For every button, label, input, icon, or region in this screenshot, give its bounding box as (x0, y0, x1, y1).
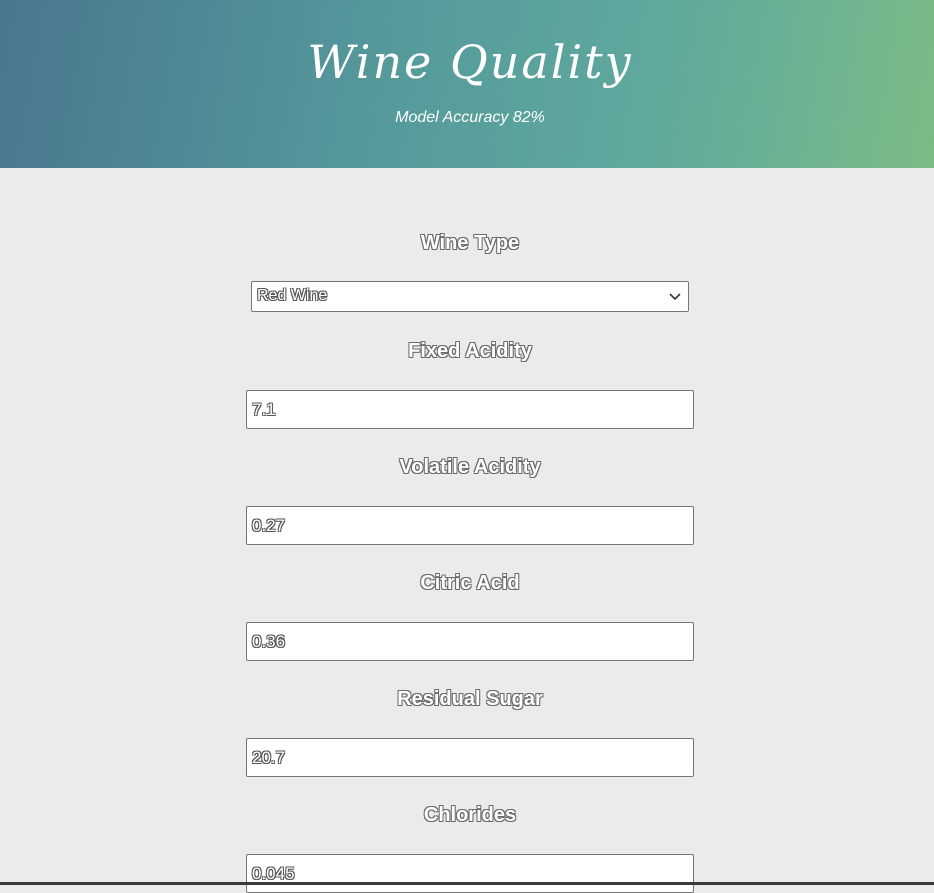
page-title: Wine Quality (307, 35, 633, 89)
chlorides-input[interactable]: 0.045 (246, 854, 694, 893)
citric-acid-input[interactable]: 0.36 (246, 622, 694, 661)
chevron-down-icon (669, 293, 681, 301)
fixed-acidity-label: Fixed Acidity (408, 340, 532, 362)
residual-sugar-label: Residual Sugar (397, 688, 543, 710)
citric-acid-label: Citric Acid (420, 572, 520, 594)
chlorides-label: Chlorides (423, 804, 517, 826)
residual-sugar-input[interactable]: 20.7 (246, 738, 694, 777)
volatile-acidity-label: Volatile Acidity (399, 456, 541, 478)
volatile-acidity-input[interactable]: 0.27 (246, 506, 694, 545)
model-accuracy-text: Model Accuracy 82% (395, 109, 545, 126)
wine-type-label: Wine Type (420, 232, 520, 254)
header-banner: Wine Quality Model Accuracy 82% (0, 0, 934, 168)
wine-type-select[interactable]: Red Wine (251, 281, 689, 312)
wine-type-selected-value: Red Wine (257, 287, 328, 304)
prediction-form: Wine Type Red Wine Fixed Acidity 7.1 Vol… (0, 168, 934, 893)
fixed-acidity-input[interactable]: 7.1 (246, 390, 694, 429)
